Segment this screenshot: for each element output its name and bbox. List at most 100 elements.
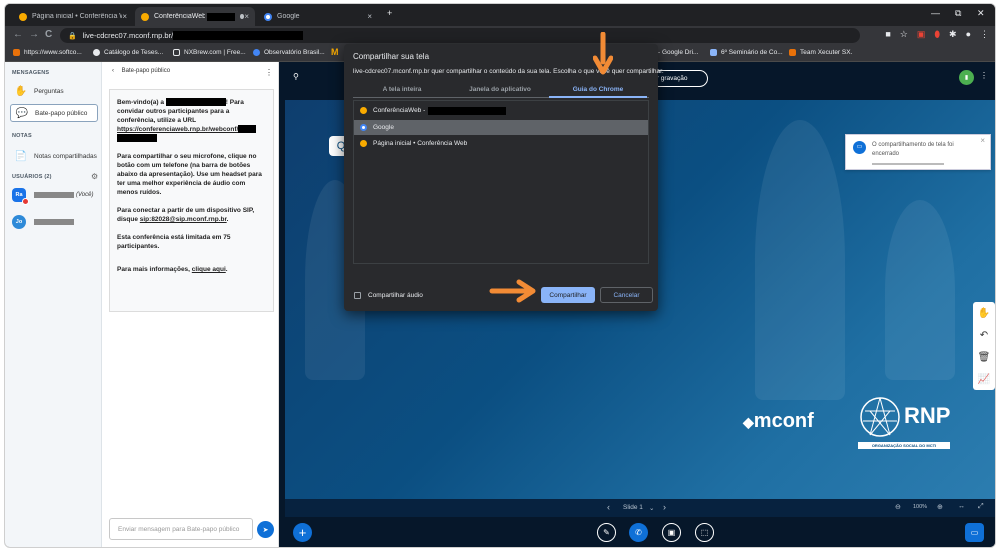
share-option-label: ConferênciaWeb - <box>373 107 426 114</box>
actions-plus-button[interactable]: + <box>293 523 312 542</box>
share-audio-label: Compartilhar áudio <box>368 292 423 299</box>
bookmark-item[interactable]: M <box>331 47 339 57</box>
bookmark-favicon-icon <box>253 49 260 56</box>
avatar-initials: Jo <box>15 219 23 225</box>
phone-audio-button[interactable]: ✆ <box>629 523 648 542</box>
bookmark-label: - Google Dri... <box>658 49 699 56</box>
tab-entire-screen[interactable]: A tela inteira <box>353 86 451 93</box>
puzzle-icon[interactable]: ✱ <box>949 29 957 40</box>
dialog-title: Compartilhar sua tela <box>353 52 430 61</box>
camera-icon[interactable]: ■ <box>885 29 890 40</box>
conference-url-link[interactable]: https://conferenciaweb.rnp.br/webconf/ <box>117 126 238 133</box>
fullscreen-icon[interactable]: ⤢ <box>978 503 984 511</box>
chat-header[interactable]: ‹ Bate-papo público <box>112 68 170 74</box>
back-chevron-icon[interactable]: ‹ <box>112 68 114 74</box>
close-window-button[interactable]: ✕ <box>977 8 985 19</box>
notes-icon: 📄 <box>14 150 28 162</box>
conferenciaweb-favicon-icon <box>141 12 149 21</box>
sidebar-item-label: Perguntas <box>34 87 64 95</box>
undo-icon[interactable]: ↶ <box>980 330 988 341</box>
sidebar-item-label: Notas compartilhadas <box>34 152 97 160</box>
redaction <box>238 125 257 134</box>
maximize-button[interactable]: ⧉ <box>955 8 961 19</box>
hand-tool-icon[interactable]: ✋ <box>978 308 990 319</box>
share-button[interactable]: Compartilhar <box>541 287 595 303</box>
back-button[interactable]: ← <box>13 29 23 40</box>
tab-app-window[interactable]: Janela do aplicativo <box>451 86 549 93</box>
conferenciaweb-favicon-icon <box>360 107 367 114</box>
bookmark-item[interactable]: Observatório Brasil... <box>253 49 325 56</box>
next-slide-icon[interactable]: › <box>663 502 666 512</box>
url-bar[interactable]: 🔒 live-cdcrec07.mconf.rnp.br/ <box>60 28 860 43</box>
prev-slide-icon[interactable]: ‹ <box>607 502 610 512</box>
hand-icon: ✋ <box>14 85 28 97</box>
toast-close-icon[interactable]: × <box>980 136 985 146</box>
star-icon[interactable]: ☆ <box>900 29 908 40</box>
sidebar-item-notas[interactable]: 📄 Notas compartilhadas <box>10 147 98 165</box>
sip-link[interactable]: sip:82028@sip.mconf.rnp.br <box>140 216 227 223</box>
rnp-wordmark: RNP <box>904 403 951 428</box>
mute-mic-button[interactable]: ✎ <box>597 523 616 542</box>
screenshare-button[interactable]: ⬚ <box>695 523 714 542</box>
redaction <box>207 12 235 21</box>
phone-icon: ✆ <box>635 528 642 537</box>
chart-tool-icon[interactable]: 📈 <box>978 374 990 385</box>
share-audio-checkbox[interactable]: Compartilhar áudio <box>354 292 423 299</box>
reload-button[interactable]: C <box>45 29 52 40</box>
google-favicon-icon <box>264 12 272 21</box>
profile-icon[interactable]: ● <box>966 29 971 40</box>
close-tab-icon[interactable]: × <box>367 12 372 21</box>
chat-message-input[interactable]: Enviar mensagem para Bate-papo público <box>109 518 253 540</box>
chevron-down-icon[interactable]: ⌄ <box>649 504 654 512</box>
sidebar: MENSAGENS ✋ Perguntas 💬 Bate-papo públic… <box>5 62 102 547</box>
cancel-button[interactable]: Cancelar <box>600 287 653 303</box>
options-menu-icon[interactable]: ⋮ <box>980 71 988 80</box>
close-tab-icon[interactable]: × <box>244 12 249 21</box>
user-list-toggle-icon[interactable]: ⚲ <box>293 72 299 81</box>
zoom-in-icon[interactable]: ⊕ <box>937 503 943 511</box>
bookmark-item[interactable]: NXBrew.com | Free... <box>173 49 246 56</box>
info-link[interactable]: clique aqui <box>192 266 226 273</box>
welcome-prefix: Bem-vindo(a) a <box>117 99 164 106</box>
redaction <box>165 98 226 107</box>
minimize-button[interactable]: — <box>931 8 940 18</box>
user-list-item[interactable]: Ra (Você) <box>12 188 93 205</box>
gear-icon[interactable]: ⚙ <box>91 172 98 181</box>
bookmark-item[interactable]: - Google Dri... <box>658 49 698 56</box>
redaction <box>34 219 74 225</box>
menu-icon[interactable]: ⋮ <box>980 29 989 40</box>
sidebar-item-perguntas[interactable]: ✋ Perguntas <box>10 82 98 100</box>
share-option-pagina-inicial[interactable]: Página inicial • Conferência Web <box>354 136 648 151</box>
share-option-conferenciaweb[interactable]: ConferênciaWeb - <box>354 103 648 118</box>
share-option-google[interactable]: Google <box>354 120 648 135</box>
zoom-out-icon[interactable]: ⊖ <box>895 503 901 511</box>
shield-extension-icon[interactable]: ⬮ <box>934 29 940 40</box>
bookmark-item[interactable]: Catálogo de Teses... <box>93 49 163 56</box>
trash-icon[interactable]: 🗑 <box>978 352 991 363</box>
presentation-toggle-button[interactable]: ▭ <box>965 523 984 542</box>
tab-chrome-tab[interactable]: Guia do Chrome <box>549 86 647 98</box>
presenter-badge-icon <box>22 198 29 205</box>
fit-width-icon[interactable]: ↔ <box>958 503 965 510</box>
pdf-extension-icon[interactable]: ▣ <box>917 29 926 40</box>
sidebar-item-bate-papo[interactable]: 💬 Bate-papo público <box>10 104 98 122</box>
chat-menu-icon[interactable]: ⋮ <box>265 68 273 77</box>
bookmark-label: Team Xecuter SX. <box>800 49 853 56</box>
bookmark-item[interactable]: https://www.softco... <box>13 49 82 56</box>
bookmark-item[interactable]: 6º Seminário de Co... <box>710 49 783 56</box>
send-button[interactable]: ➤ <box>257 521 274 538</box>
tab-conferenciaweb[interactable]: ConferênciaWeb - × <box>135 7 255 26</box>
camera-button[interactable]: ▣ <box>662 523 681 542</box>
close-tab-icon[interactable]: × <box>122 12 127 21</box>
forward-button[interactable]: → <box>29 29 39 40</box>
bookmark-item[interactable]: Team Xecuter SX. <box>789 49 852 56</box>
new-tab-button[interactable]: + <box>387 8 392 18</box>
checkbox-box <box>354 292 361 299</box>
slide-selector[interactable]: Slide 1 <box>623 504 643 511</box>
mconf-logo: ◆mconf <box>743 410 814 433</box>
connection-status-icon[interactable]: ▮ <box>959 70 974 85</box>
lock-icon: 🔒 <box>68 32 77 40</box>
user-list-item[interactable]: Jo <box>12 215 74 229</box>
tab-pagina-inicial[interactable]: Página inicial • Conferência Web × <box>13 7 133 26</box>
tab-google[interactable]: Google × <box>258 7 378 26</box>
